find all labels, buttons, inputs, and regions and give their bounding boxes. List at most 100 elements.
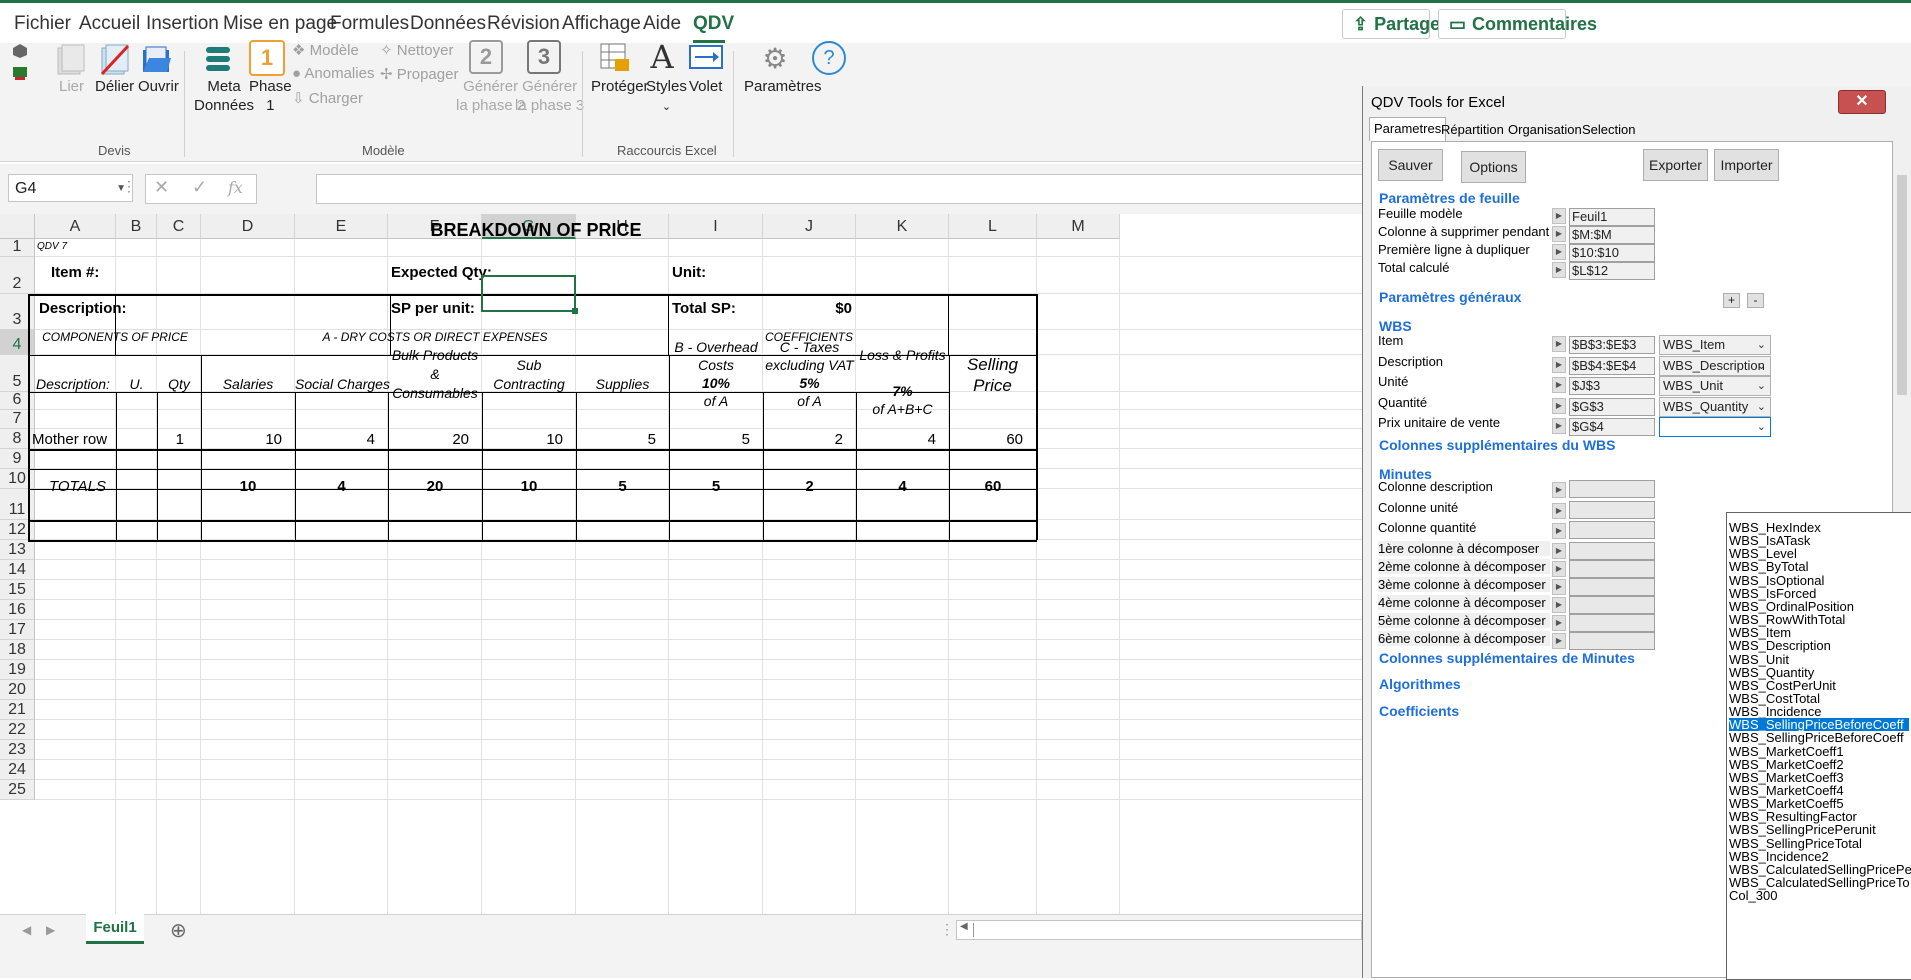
qdv-tree-icon[interactable]: [12, 65, 28, 81]
tab-selection[interactable]: Selection: [1578, 119, 1639, 140]
modele-button[interactable]: ❖ Modèle: [292, 41, 359, 59]
tab-parametres[interactable]: Parametres: [1369, 117, 1447, 141]
range-picker-arrow[interactable]: ▶: [1552, 377, 1566, 393]
section-coefficients[interactable]: Coefficients: [1379, 703, 1459, 719]
wbs-row-value[interactable]: $B$4:$E$4: [1569, 356, 1655, 375]
dropdown-option[interactable]: WBS_OrdinalPosition: [1729, 600, 1854, 613]
dropdown-option[interactable]: WBS_Level: [1729, 547, 1797, 560]
dropdown-option[interactable]: WBS_CostTotal: [1729, 692, 1820, 705]
row-header[interactable]: 21: [0, 700, 35, 720]
range-picker-arrow[interactable]: ▶: [1552, 615, 1566, 631]
dropdown-option[interactable]: WBS_IsOptional: [1729, 574, 1824, 587]
menu-fichier[interactable]: Fichier: [14, 13, 71, 35]
range-picker-arrow[interactable]: ▶: [1552, 397, 1566, 414]
dropdown-option[interactable]: WBS_Description: [1729, 639, 1831, 652]
section-algorithmes[interactable]: Algorithmes: [1379, 676, 1461, 692]
charger-button[interactable]: ⇩ Charger: [292, 89, 363, 107]
chevron-down-icon[interactable]: ⌄: [1757, 336, 1766, 354]
proteger-button[interactable]: Protéger: [591, 77, 649, 96]
dropdown-option[interactable]: WBS_SellingPriceBeforeCoeff: [1729, 718, 1909, 732]
wbs-row-value[interactable]: $G$4: [1569, 418, 1655, 436]
check-icon[interactable]: ✓: [192, 177, 207, 198]
feuille-row-value[interactable]: $L$12: [1569, 262, 1655, 280]
dropdown-option[interactable]: WBS_Incidence: [1729, 705, 1822, 718]
dropdown-option[interactable]: WBS_CostPerUnit: [1729, 679, 1836, 692]
name-box[interactable]: G4 ▼: [8, 174, 133, 202]
dropdown-option[interactable]: WBS_Item: [1729, 626, 1791, 639]
tab-repartition[interactable]: Répartition: [1437, 119, 1508, 140]
nettoyer-button[interactable]: ✧ Nettoyer: [380, 41, 453, 59]
menu-affichage[interactable]: Affichage: [562, 13, 641, 35]
menu-aide[interactable]: Aide: [643, 13, 681, 35]
decompose-row-value[interactable]: [1569, 632, 1655, 650]
menu-accueil[interactable]: Accueil: [79, 13, 140, 35]
dropdown-option[interactable]: WBS_SellingPriceBeforeCoeff: [1729, 731, 1904, 744]
dropdown-option[interactable]: Col_300: [1729, 889, 1777, 902]
wbs-row-value[interactable]: $J$3: [1569, 377, 1655, 395]
dropdown-option[interactable]: WBS_SellingPriceTotal: [1729, 837, 1862, 850]
qdv-cube-icon[interactable]: [12, 43, 28, 59]
column-dropdown-list[interactable]: WBS_HexIndex WBS_IsATask WBS_Level WBS_ByTo…: [1726, 512, 1911, 980]
sauver-button[interactable]: Sauver: [1378, 149, 1443, 181]
row-header[interactable]: 14: [0, 560, 35, 580]
row-header[interactable]: 2: [0, 257, 35, 294]
dropdown-option[interactable]: WBS_CalculatedSellingPriceTo: [1729, 876, 1910, 889]
section-feuille[interactable]: Paramètres de feuille: [1379, 190, 1520, 206]
decompose-row-value[interactable]: [1569, 560, 1655, 578]
range-picker-arrow[interactable]: ▶: [1552, 226, 1566, 242]
add-sheet-icon[interactable]: ⊕: [170, 918, 187, 943]
section-generaux[interactable]: Paramètres généraux: [1379, 289, 1521, 305]
parametres-button[interactable]: Paramètres: [744, 77, 822, 96]
dropdown-option[interactable]: WBS_HexIndex: [1729, 521, 1821, 534]
range-picker-arrow[interactable]: ▶: [1552, 244, 1566, 260]
range-picker-arrow[interactable]: ▶: [1552, 579, 1566, 595]
dropdown-option[interactable]: WBS_MarketCoeff3: [1729, 771, 1844, 784]
horizontal-scrollbar[interactable]: ◀: [956, 920, 1362, 940]
row-header[interactable]: 20: [0, 680, 35, 700]
dropdown-option[interactable]: WBS_ResultingFactor: [1729, 810, 1857, 823]
row-header[interactable]: 1: [0, 238, 35, 257]
exporter-button[interactable]: Exporter: [1643, 149, 1708, 181]
dropdown-option[interactable]: WBS_Unit: [1729, 653, 1789, 666]
range-picker-arrow[interactable]: ▶: [1552, 561, 1566, 577]
range-picker-arrow[interactable]: ▶: [1552, 523, 1566, 539]
chevron-down-icon[interactable]: ⌄: [1757, 398, 1766, 416]
share-button[interactable]: ⇪ Partager: [1342, 9, 1447, 39]
next-sheet-icon[interactable]: ▶: [46, 923, 55, 937]
decompose-row-value[interactable]: [1569, 614, 1655, 632]
row-header[interactable]: 16: [0, 600, 35, 620]
dropdown-option[interactable]: WBS_ByTotal: [1729, 560, 1808, 573]
tab-organisation[interactable]: Organisation: [1504, 119, 1586, 140]
dropdown-option[interactable]: WBS_IsForced: [1729, 587, 1816, 600]
wbs-column-select[interactable]: WBS_Quantity ⌄: [1659, 396, 1771, 417]
phase1-button[interactable]: Phase 1: [249, 77, 292, 115]
wbs-column-select[interactable]: WBS_Unit ⌄: [1659, 376, 1771, 396]
dropdown-option[interactable]: WBS_CalculatedSellingPricePe: [1729, 863, 1911, 876]
dropdown-option[interactable]: WBS_IsATask: [1729, 534, 1810, 547]
feuille-row-value[interactable]: Feuil1: [1569, 208, 1655, 226]
column-header[interactable]: M: [1037, 214, 1120, 239]
menu-mise-en-page[interactable]: Mise en page: [223, 13, 337, 35]
row-header[interactable]: 23: [0, 740, 35, 760]
close-button[interactable]: ✕: [1838, 90, 1886, 114]
menu-insertion[interactable]: Insertion: [146, 13, 219, 35]
minutes-row-value[interactable]: [1569, 521, 1655, 539]
wbs-row-value[interactable]: $G$3: [1569, 397, 1655, 416]
row-header[interactable]: 13: [0, 540, 35, 560]
range-picker-arrow[interactable]: ▶: [1552, 633, 1566, 649]
row-header[interactable]: 24: [0, 760, 35, 780]
fill-handle[interactable]: [572, 308, 578, 314]
range-picker-arrow[interactable]: ▶: [1552, 336, 1566, 352]
dropdown-option[interactable]: WBS_MarketCoeff2: [1729, 758, 1844, 771]
dropdown-option[interactable]: WBS_SellingPricePerunit: [1729, 823, 1876, 836]
dropdown-option[interactable]: WBS_RowWithTotal: [1729, 613, 1845, 626]
spreadsheet-grid[interactable]: ABCDEFGHIJKLM 1 2 3 4 5 6 7 8 9 10 11 12 13 14 15 16 17 1…: [0, 214, 1362, 914]
styles-button[interactable]: Styles ⌄: [646, 77, 687, 117]
dropdown-option[interactable]: WBS_MarketCoeff4: [1729, 784, 1844, 797]
cancel-icon[interactable]: ✕: [154, 177, 169, 198]
menu-formules[interactable]: Formules: [330, 13, 409, 35]
range-picker-arrow[interactable]: ▶: [1552, 356, 1566, 373]
prev-sheet-icon[interactable]: ◀: [22, 923, 31, 937]
range-picker-arrow[interactable]: ▶: [1552, 482, 1566, 498]
volet-button[interactable]: Volet: [689, 77, 722, 96]
